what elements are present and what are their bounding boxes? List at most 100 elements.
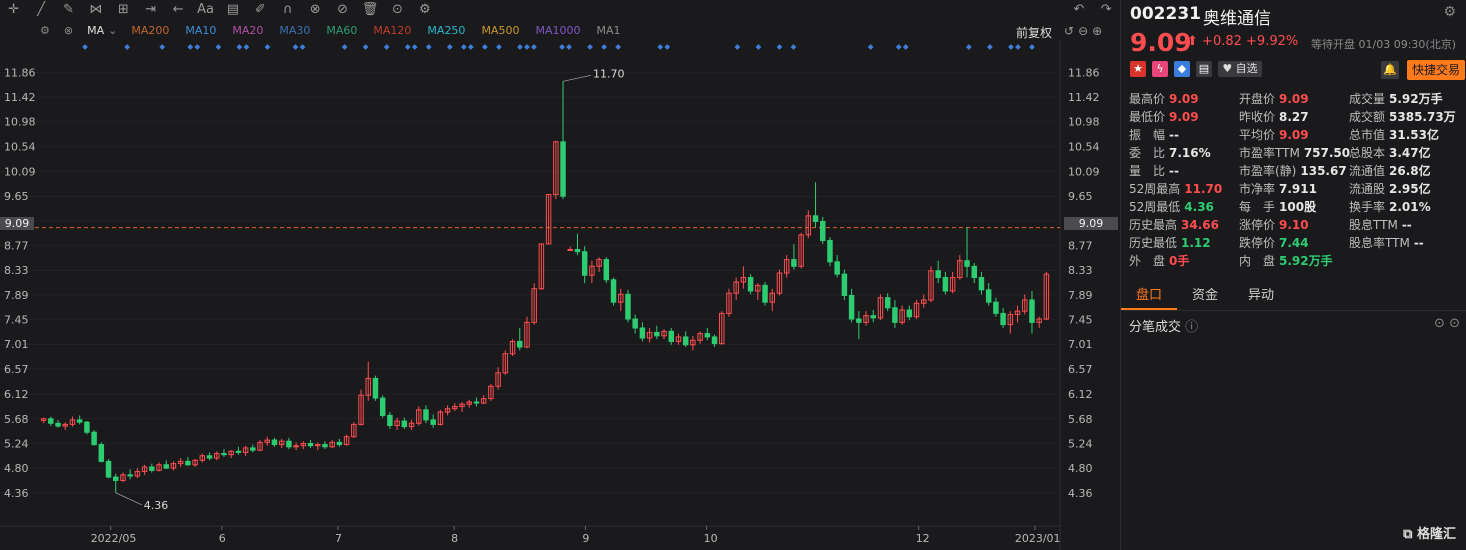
stat-value: -- <box>1169 128 1179 142</box>
reset-icon[interactable]: ↺ <box>1064 24 1078 38</box>
event-marker <box>411 44 418 50</box>
candle-body <box>625 293 631 320</box>
candle-body <box>1000 312 1006 326</box>
bell-icon[interactable]: 🔔 <box>1381 61 1399 79</box>
y-tick-label-right: 7.89 <box>1068 289 1093 302</box>
trash-icon[interactable]: 🗑 <box>356 2 383 17</box>
high-annotation: 11.70 <box>593 67 625 80</box>
favorite-button[interactable]: ♥ 自选 <box>1218 61 1262 77</box>
candle-body <box>668 330 674 342</box>
candle-body <box>985 289 992 303</box>
note-icon[interactable]: ▤ <box>219 2 246 17</box>
stat-value: 9.09 <box>1169 110 1199 124</box>
stat-cell: 开盘价 9.09 <box>1239 90 1349 108</box>
document-icon[interactable]: ▤ <box>1196 61 1212 77</box>
stat-value: 0手 <box>1169 254 1190 268</box>
high-leader-line <box>562 74 592 82</box>
arrow-tool-icon[interactable]: ← <box>164 2 191 17</box>
stat-cell: 52周最低 4.36 <box>1129 198 1239 216</box>
zoom-in-icon[interactable]: ⊕ <box>1092 24 1106 38</box>
link-icon[interactable]: ⊗ <box>301 2 328 17</box>
ma-settings-icon[interactable]: ⚙ <box>40 24 50 37</box>
tab-movement[interactable]: 异动 <box>1233 282 1289 310</box>
x-tick-label: 7 <box>335 532 342 545</box>
tab-handicap[interactable]: 盘口 <box>1121 282 1178 310</box>
ma-item-ma500[interactable]: MA500 <box>481 24 519 37</box>
candle-body <box>206 455 213 459</box>
stat-cell: 成交量 5.92万手 <box>1349 90 1459 108</box>
settings-icon[interactable]: ⚙ <box>411 2 438 17</box>
brand-text: 格隆汇 <box>1416 527 1456 542</box>
event-marker <box>496 44 502 50</box>
more-icon[interactable]: ⊙ <box>1434 316 1445 331</box>
candle-body <box>387 414 393 427</box>
ma-dropdown-chevron-icon[interactable]: ⌄ <box>108 24 117 37</box>
candle-body <box>848 294 855 320</box>
y-tick-label-left: 9.65 <box>4 190 29 203</box>
panel-tabs: 盘口 资金 异动 <box>1121 282 1466 311</box>
tab-funds[interactable]: 资金 <box>1177 282 1233 310</box>
info-icon[interactable]: ⓘ <box>1185 320 1198 335</box>
candle-body <box>574 248 581 253</box>
candle-body <box>48 418 54 424</box>
stat-value: -- <box>1169 164 1179 178</box>
candle-body <box>235 450 242 453</box>
stat-value: 34.66 <box>1181 218 1219 232</box>
candle-body <box>747 277 754 292</box>
redo-icon[interactable]: ↷ <box>1092 2 1119 17</box>
candle-body <box>379 397 386 416</box>
candle-body <box>827 240 833 263</box>
zoom-out-icon[interactable]: ⊖ <box>1078 24 1092 38</box>
line-tool-icon[interactable]: ╱ <box>27 2 54 17</box>
market-status: 等待开盘 01/03 09:30(北京) <box>1311 38 1456 51</box>
ma-item-ma1[interactable]: MA1 <box>596 24 620 37</box>
stat-label: 昨收价 <box>1239 110 1276 124</box>
hide-icon[interactable]: ⊘ <box>329 2 356 17</box>
stat-label: 成交量 <box>1349 92 1386 106</box>
x-tick-label: 2022/05 <box>91 532 137 545</box>
compare-icon[interactable]: ⊙ <box>384 2 411 17</box>
quick-trade-button[interactable]: 快捷交易 <box>1407 60 1466 80</box>
stat-label: 股息TTM <box>1349 218 1398 232</box>
text-tool-icon[interactable]: Aa <box>192 2 219 17</box>
stats-grid: 最高价 9.09 开盘价 9.09 成交量 5.92万手 最低价 9.09 昨收价 8.27 成交额… <box>1129 90 1459 270</box>
event-marker <box>867 44 874 50</box>
event-marker <box>559 44 565 50</box>
stat-value: -- <box>1413 236 1424 250</box>
tag-icon[interactable]: ◆ <box>1174 61 1190 77</box>
ma-item-ma120[interactable]: MA120 <box>373 24 411 37</box>
ma-item-ma200[interactable]: MA200 <box>131 24 169 37</box>
event-marker <box>524 44 530 50</box>
ma-indicator-bar: ⚙ ⊗ MA ⌄ MA200 MA10 MA20 MA30 MA60 MA120 MA250… <box>40 22 636 38</box>
ma-item-ma60[interactable]: MA60 <box>326 24 357 37</box>
ma-item-ma20[interactable]: MA20 <box>232 24 263 37</box>
measure-icon[interactable]: ⊞ <box>110 2 137 17</box>
candle-body <box>935 270 941 279</box>
candle-body <box>163 464 169 469</box>
stat-cell: 内 盘 5.92万手 <box>1239 252 1349 270</box>
ma-close-icon[interactable]: ⊗ <box>64 24 73 37</box>
candle-body <box>610 279 617 303</box>
adjust-label[interactable]: 前复权 <box>1016 24 1052 41</box>
ma-item-ma250[interactable]: MA250 <box>427 24 465 37</box>
event-marker <box>236 44 243 50</box>
ma-item-ma1000[interactable]: MA1000 <box>535 24 580 37</box>
stat-cell: 委 比 7.16% <box>1129 144 1239 162</box>
ma-item-ma30[interactable]: MA30 <box>279 24 310 37</box>
ma-type-select[interactable]: MA <box>87 24 104 37</box>
stats-row: 历史最低 1.12 跌停价 7.44 股息率TTM -- <box>1129 234 1459 252</box>
pen-tool-icon[interactable]: ✎ <box>55 2 82 17</box>
expand-icon[interactable]: ⊙ <box>1449 316 1460 331</box>
range-icon[interactable]: ⇥ <box>137 2 164 17</box>
lightning-icon[interactable]: ϟ <box>1152 61 1168 77</box>
pattern-tool-icon[interactable]: ⋈ <box>82 2 109 17</box>
candlestick-chart[interactable]: 11.86 11.86 11.42 11.42 10.98 10.98 10.54 10.54… <box>0 40 1120 550</box>
ma-item-ma10[interactable]: MA10 <box>185 24 216 37</box>
panel-settings-icon[interactable]: ⚙ <box>1443 4 1456 20</box>
event-marker <box>895 44 902 50</box>
magnet-icon[interactable]: ∩ <box>274 2 301 17</box>
crosshair-icon[interactable]: ✛ <box>0 2 27 17</box>
undo-icon[interactable]: ↶ <box>1065 2 1092 17</box>
change-value: +0.82 <box>1202 34 1242 49</box>
brush-icon[interactable]: ✐ <box>247 2 274 17</box>
